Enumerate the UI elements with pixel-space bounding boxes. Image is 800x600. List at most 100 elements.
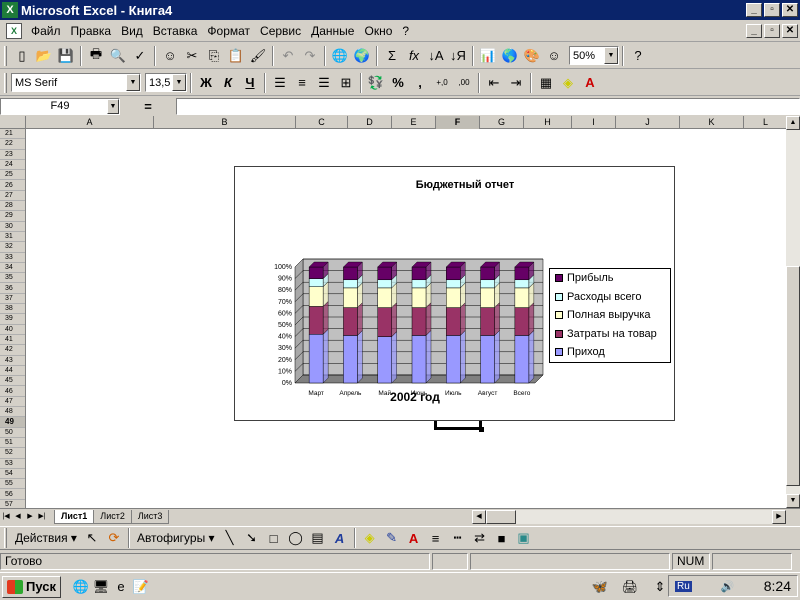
vertical-scroll-thumb[interactable] — [786, 266, 800, 486]
name-box[interactable]: F49 ▼ — [0, 97, 120, 115]
column-header-g[interactable]: G — [480, 116, 524, 129]
select-pointer-icon[interactable]: ↖ — [81, 527, 103, 549]
row-header-54[interactable]: 54 — [0, 469, 25, 480]
wordart-icon[interactable]: A — [329, 527, 351, 549]
row-header-57[interactable]: 57 — [0, 500, 25, 508]
row-header-45[interactable]: 45 — [0, 376, 25, 387]
row-header-33[interactable]: 33 — [0, 253, 25, 263]
column-header-a[interactable]: A — [26, 116, 154, 129]
row-header-47[interactable]: 47 — [0, 397, 25, 408]
print-preview-icon[interactable]: 🔍 — [107, 45, 129, 67]
decrease-indent-icon[interactable]: ⇤ — [483, 72, 505, 94]
prev-sheet-icon[interactable]: ◀ — [12, 511, 24, 523]
function-icon[interactable]: fx — [403, 45, 425, 67]
chart-legend[interactable]: Прибыль Расходы всего Полная выручка Затрат… — [549, 268, 671, 363]
arrow-tool-icon[interactable]: ➘ — [241, 527, 263, 549]
row-header-29[interactable]: 29 — [0, 211, 25, 222]
redo-icon[interactable]: ↷ — [299, 45, 321, 67]
last-sheet-icon[interactable]: ▶| — [36, 511, 48, 523]
quicklaunch-ie-icon[interactable]: 🌐 — [71, 577, 91, 597]
column-header-i[interactable]: I — [572, 116, 616, 129]
globe-icon[interactable]: 🌍 — [351, 45, 373, 67]
first-sheet-icon[interactable]: |◀ — [0, 511, 12, 523]
menu-insert[interactable]: Вставка — [148, 24, 203, 38]
map-icon[interactable]: 🌎 — [499, 45, 521, 67]
free-rotate-icon[interactable]: ⟳ — [103, 527, 125, 549]
column-header-f[interactable]: F — [436, 116, 480, 129]
sheet-tab-3[interactable]: Лист3 — [130, 509, 170, 524]
doc-restore-button[interactable]: ▫ — [764, 23, 780, 38]
row-header-55[interactable]: 55 — [0, 479, 25, 490]
increase-indent-icon[interactable]: ⇥ — [505, 72, 527, 94]
row-header-39[interactable]: 39 — [0, 314, 25, 325]
formula-equals-button[interactable]: = — [120, 99, 176, 114]
column-header-l[interactable]: L — [744, 116, 786, 129]
row-header-44[interactable]: 44 — [0, 366, 25, 377]
column-header-h[interactable]: H — [524, 116, 572, 129]
menu-window[interactable]: Окно — [359, 24, 397, 38]
menu-file[interactable]: Файл — [26, 24, 66, 38]
drawing-icon[interactable]: 🎨 — [521, 45, 543, 67]
row-header-22[interactable]: 22 — [0, 139, 25, 150]
bold-button[interactable]: Ж — [195, 72, 217, 94]
column-header-d[interactable]: D — [348, 116, 392, 129]
toolbar-grip[interactable] — [4, 45, 7, 66]
toolbar-grip[interactable] — [4, 528, 7, 548]
row-header-21[interactable]: 21 — [0, 129, 25, 140]
column-header-c[interactable]: C — [296, 116, 348, 129]
comma-button[interactable]: , — [409, 72, 431, 94]
horizontal-scroll-thumb[interactable] — [486, 510, 516, 524]
rectangle-tool-icon[interactable]: □ — [263, 527, 285, 549]
scroll-left-icon[interactable]: ◀ — [472, 510, 486, 524]
spelling-icon[interactable]: ✓ — [129, 45, 151, 67]
row-header-50[interactable]: 50 — [0, 428, 25, 438]
row-header-43[interactable]: 43 — [0, 356, 25, 366]
chevron-down-icon[interactable]: ▼ — [107, 98, 119, 114]
line-style-icon[interactable]: ≡ — [425, 527, 447, 549]
increase-decimal-button[interactable]: +,0 — [431, 72, 453, 94]
volume-icon[interactable]: 🔊 — [721, 580, 735, 593]
paste-icon[interactable]: 📋 — [225, 45, 247, 67]
arrow-style-icon[interactable]: ⇄ — [469, 527, 491, 549]
column-header-b[interactable]: B — [154, 116, 296, 129]
column-header-e[interactable]: E — [392, 116, 436, 129]
row-header-24[interactable]: 24 — [0, 160, 25, 171]
row-header-42[interactable]: 42 — [0, 345, 25, 356]
column-header-j[interactable]: J — [616, 116, 680, 129]
row-header-41[interactable]: 41 — [0, 335, 25, 346]
sheet-tab-1[interactable]: Лист1 — [54, 509, 95, 524]
autoshapes-menu-button[interactable]: Автофигуры ▾ — [133, 528, 219, 548]
menu-view[interactable]: Вид — [116, 24, 148, 38]
row-header-56[interactable]: 56 — [0, 490, 25, 500]
open-icon[interactable]: 📂 — [33, 45, 55, 67]
row-header-38[interactable]: 38 — [0, 304, 25, 315]
doc-close-button[interactable]: ✕ — [782, 23, 798, 38]
row-header-51[interactable]: 51 — [0, 438, 25, 449]
sheet-tab-2[interactable]: Лист2 — [93, 509, 132, 524]
chart[interactable]: 0% 10% 20% 30% 40% 50% 60% 70% 80% 90% 100% Март Апр… — [234, 166, 675, 421]
font-color-icon[interactable]: A — [579, 72, 601, 94]
worksheet[interactable]: ABCDEFGHIJKL 21 22 23 24 25 26 27 28 29 30 31 32 33 3… — [0, 116, 786, 508]
close-button[interactable]: ✕ — [782, 3, 798, 17]
align-center-icon[interactable]: ≡ — [291, 72, 313, 94]
size-select[interactable]: 13,5 ▼ — [145, 73, 187, 92]
align-left-icon[interactable]: ☰ — [269, 72, 291, 94]
fill-color-icon[interactable]: ◈ — [557, 72, 579, 94]
line-color-icon[interactable]: ✎ — [381, 527, 403, 549]
clock[interactable]: 8:24 — [764, 578, 791, 594]
row-header-48[interactable]: 48 — [0, 407, 25, 418]
dash-style-icon[interactable]: ┅ — [447, 527, 469, 549]
select-all-button[interactable] — [0, 116, 26, 129]
actions-menu-button[interactable]: Действия ▾ — [11, 528, 81, 548]
help-icon[interactable]: ? — [627, 45, 649, 67]
minimize-button[interactable]: _ — [746, 3, 762, 17]
align-right-icon[interactable]: ☰ — [313, 72, 335, 94]
font-color-icon[interactable]: A — [403, 527, 425, 549]
row-header-26[interactable]: 26 — [0, 181, 25, 191]
start-button[interactable]: Пуск — [2, 575, 61, 598]
merge-center-icon[interactable]: ⊞ — [335, 72, 357, 94]
row-header-27[interactable]: 27 — [0, 191, 25, 202]
italic-button[interactable]: К — [217, 72, 239, 94]
autosum-icon[interactable]: Σ — [381, 45, 403, 67]
menu-data[interactable]: Данные — [306, 24, 359, 38]
